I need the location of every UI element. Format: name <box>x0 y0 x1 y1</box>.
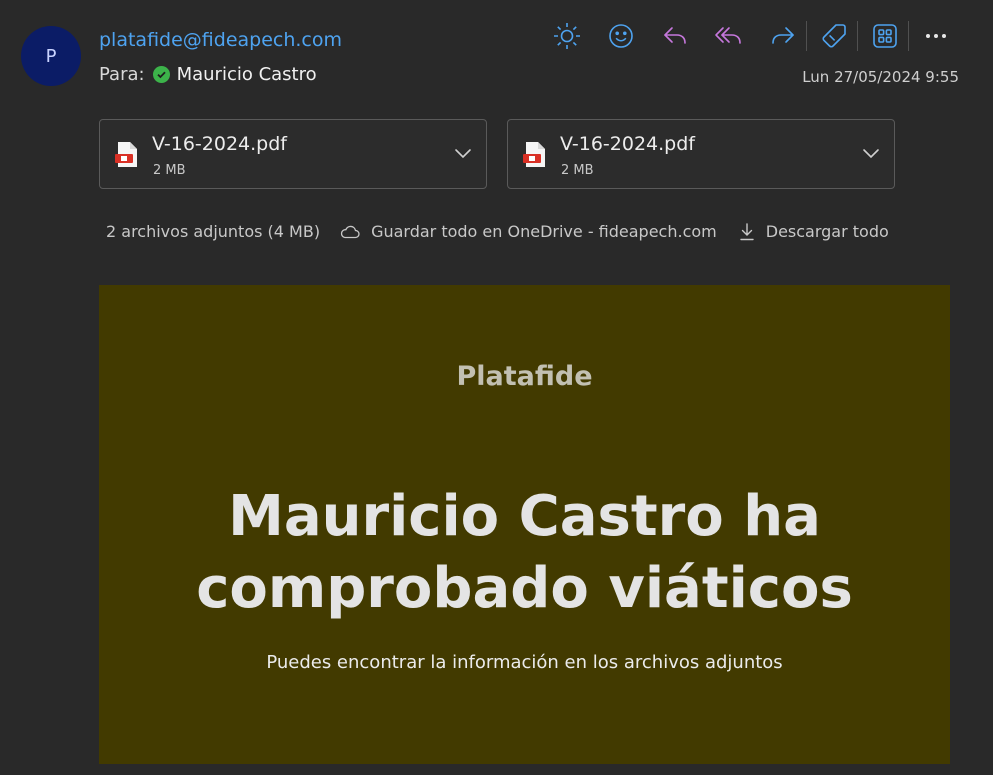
message-toolbar <box>548 19 971 53</box>
headline-line-2: comprobado viáticos <box>196 556 853 621</box>
reply-all-icon <box>715 27 741 44</box>
emoji-icon <box>609 24 633 48</box>
apps-icon <box>873 24 897 48</box>
brand-name: Platafide <box>456 361 593 392</box>
attachment-summary: 2 archivos adjuntos (4 MB) <box>106 222 321 241</box>
email-subtext: Puedes encontrar la información en los a… <box>266 652 783 673</box>
chevron-down-icon[interactable] <box>454 146 472 162</box>
email-banner: Platafide Mauricio Castro ha comprobado … <box>99 285 950 764</box>
tag-button[interactable] <box>815 19 853 53</box>
toolbar-divider <box>806 21 807 51</box>
reply-icon <box>664 27 686 44</box>
headline-line-1: Mauricio Castro ha <box>228 484 821 549</box>
reply-all-button[interactable] <box>710 19 748 53</box>
forward-icon <box>772 27 794 44</box>
pdf-file-icon <box>523 142 545 167</box>
attachment-name: V-16-2024.pdf <box>560 133 695 155</box>
save-to-onedrive-label: Guardar todo en OneDrive - fideapech.com <box>371 222 717 241</box>
emoji-button[interactable] <box>602 19 640 53</box>
sent-date: Lun 27/05/2024 9:55 <box>802 68 959 86</box>
download-all-label: Descargar todo <box>765 222 889 241</box>
apps-button[interactable] <box>866 19 904 53</box>
toolbar-divider <box>908 21 909 51</box>
pdf-file-icon <box>115 142 137 167</box>
attachment-card[interactable]: V-16-2024.pdf 2 MB <box>507 119 895 189</box>
attachment-list: V-16-2024.pdf 2 MB V-16-2024.pdf 2 MB <box>99 119 915 189</box>
attachment-size: 2 MB <box>153 163 186 178</box>
checkmark-icon <box>152 66 170 83</box>
download-icon <box>740 222 754 240</box>
download-all-button[interactable]: Descargar todo <box>739 222 889 241</box>
recipient-line: Para: Mauricio Castro <box>99 64 317 85</box>
toolbar-divider <box>857 21 858 51</box>
attachment-card[interactable]: V-16-2024.pdf 2 MB <box>99 119 487 189</box>
forward-button[interactable] <box>764 19 802 53</box>
sender-address[interactable]: platafide@fideapech.com <box>99 29 342 51</box>
chevron-down-icon[interactable] <box>862 146 880 162</box>
more-options-button[interactable] <box>917 19 955 53</box>
reply-button[interactable] <box>656 19 694 53</box>
to-label: Para: <box>99 64 145 85</box>
attachment-name: V-16-2024.pdf <box>152 133 287 155</box>
attachment-actions: 2 archivos adjuntos (4 MB) Guardar todo … <box>106 222 911 241</box>
avatar[interactable]: P <box>21 26 81 86</box>
attachment-size: 2 MB <box>561 163 594 178</box>
brightness-icon <box>554 23 580 49</box>
recipient-name[interactable]: Mauricio Castro <box>177 64 317 85</box>
save-to-onedrive-button[interactable]: Guardar todo en OneDrive - fideapech.com <box>340 222 717 241</box>
cloud-icon <box>340 225 360 238</box>
more-icon <box>926 34 946 38</box>
email-headline: Mauricio Castro ha comprobado viáticos <box>99 481 950 625</box>
brightness-button[interactable] <box>548 19 586 53</box>
tag-icon <box>822 24 846 48</box>
